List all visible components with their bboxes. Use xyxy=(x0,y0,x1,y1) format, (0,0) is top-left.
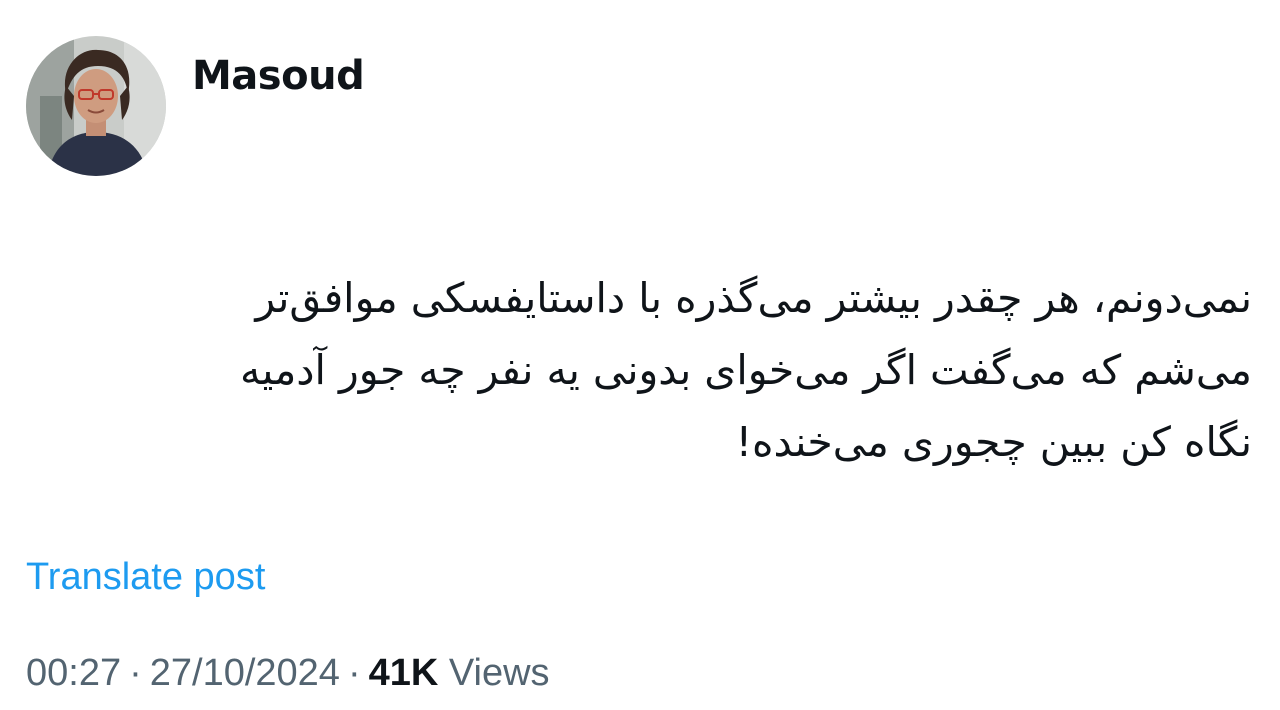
translate-post-link[interactable]: Translate post xyxy=(26,553,265,601)
post-text-line: نمی‌دونم، هر چقدر بیشتر می‌گذره با داستا… xyxy=(255,274,1252,322)
post-body-text: نمی‌دونم، هر چقدر بیشتر می‌گذره با داستا… xyxy=(42,262,1252,478)
meta-separator: · xyxy=(347,652,361,694)
post-metadata: 00:27 · 27/10/2024 · 41K Views xyxy=(26,648,550,698)
user-avatar-photo-icon xyxy=(26,36,166,176)
meta-separator: · xyxy=(129,652,142,694)
views-count: 41K xyxy=(368,652,439,694)
author-display-name[interactable]: Masoud xyxy=(192,52,365,100)
post-text-line: نگاه کن ببین چجوری می‌خنده! xyxy=(735,418,1252,466)
views-label: Views xyxy=(448,652,550,694)
post-card: Masoud نمی‌دونم، هر چقدر بیشتر می‌گذره ب… xyxy=(0,0,1280,710)
post-time[interactable]: 00:27 xyxy=(26,652,121,694)
post-date[interactable]: 27/10/2024 xyxy=(150,652,340,694)
post-text-line: می‌شم که می‌گفت اگر می‌خوای بدونی یه نفر… xyxy=(239,346,1252,394)
author-avatar[interactable] xyxy=(26,36,166,176)
